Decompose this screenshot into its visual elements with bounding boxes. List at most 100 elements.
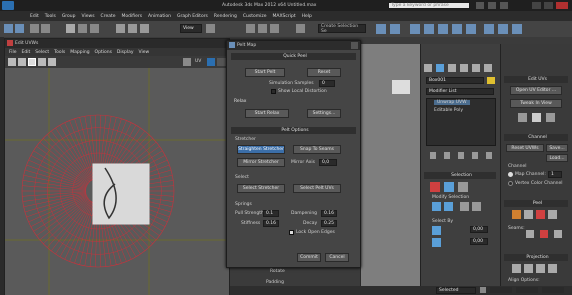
uvw-menu-mapping[interactable]: Mapping (70, 50, 89, 55)
mirror-icon[interactable] (376, 24, 386, 34)
select-by-field-2[interactable]: 0,00 (470, 238, 488, 245)
decay-field[interactable]: 0.25 (321, 220, 337, 227)
unlink-icon[interactable] (41, 24, 50, 33)
vertex-mode-icon[interactable] (430, 182, 440, 192)
help-icon[interactable] (488, 2, 496, 9)
pin-stack-icon[interactable] (430, 152, 436, 159)
channel-header[interactable]: Channel (504, 134, 568, 141)
remove-modifier-icon[interactable] (472, 152, 478, 159)
commit-button[interactable]: Commit (297, 253, 321, 262)
viewport-box-object[interactable] (392, 80, 410, 94)
select-stretcher-button[interactable]: Select Stretcher (237, 184, 285, 193)
mirror-stretcher-button[interactable]: Mirror Stretcher (237, 158, 285, 167)
object-color-swatch[interactable] (487, 77, 495, 84)
point-to-point-seams-icon[interactable] (540, 230, 548, 238)
viewport[interactable] (360, 44, 420, 286)
material-editor-icon[interactable] (466, 24, 476, 34)
select-by-name-icon[interactable] (78, 24, 87, 33)
uv-canvas[interactable] (5, 68, 229, 295)
close-icon[interactable] (556, 2, 568, 9)
save-button[interactable]: Save... (546, 144, 568, 152)
redo-icon[interactable] (15, 24, 24, 33)
spherical-map-icon[interactable] (536, 264, 545, 273)
edit-uvws-titlebar[interactable]: Edit UVWs (5, 39, 229, 48)
uvw-menu-select[interactable]: Select (35, 50, 49, 55)
menu-views[interactable]: Views (82, 14, 95, 19)
quick-peel-header[interactable]: Quick Peel (231, 53, 356, 60)
angle-snap-icon[interactable] (258, 24, 267, 33)
uv-dropdown-icon[interactable] (207, 58, 215, 66)
shrink-selection-icon[interactable] (444, 202, 453, 211)
object-name-field[interactable]: Box001 (426, 77, 484, 84)
search-icon[interactable] (476, 2, 484, 9)
edit-uvws-window[interactable]: Edit UVWs File Edit Select Tools Mapping… (4, 38, 230, 295)
graphite-icon[interactable] (424, 24, 434, 34)
status-coord-z[interactable] (542, 287, 564, 293)
render-icon[interactable] (512, 24, 522, 34)
edit-uvs-header[interactable]: Edit UVs (504, 76, 568, 83)
percent-snap-icon[interactable] (270, 24, 279, 33)
map-channel-field[interactable]: 1 (548, 171, 562, 178)
map-channel-radio[interactable] (508, 172, 513, 177)
select-icon[interactable] (66, 24, 75, 33)
modify-tab-icon[interactable] (436, 64, 444, 72)
uv-x-icon[interactable] (546, 113, 555, 122)
rotate-icon[interactable] (128, 24, 137, 33)
dampening-field[interactable]: 0.16 (321, 210, 337, 217)
snap-to-seams-button[interactable]: Snap To Seams (293, 145, 341, 154)
star-icon[interactable] (500, 2, 508, 9)
menu-edit[interactable]: Edit (30, 14, 39, 19)
status-coord-x[interactable] (490, 287, 512, 293)
link-icon[interactable] (30, 24, 39, 33)
cancel-button[interactable]: Cancel (325, 253, 349, 262)
edge-mode-icon[interactable] (444, 182, 454, 192)
undo-icon[interactable] (4, 24, 13, 33)
stiffness-field[interactable]: 0.16 (263, 220, 279, 227)
reset-button[interactable]: Reset (307, 68, 341, 77)
minimize-icon[interactable] (532, 2, 541, 9)
projection-header[interactable]: Projection (504, 254, 568, 261)
menu-rendering[interactable]: Rendering (214, 14, 237, 19)
stack-item-unwrap-uvw[interactable]: Unwrap UVW (434, 100, 470, 105)
relax-settings-button[interactable]: Settings... (307, 109, 341, 118)
uv-label[interactable]: UV (195, 59, 201, 64)
menu-modifiers[interactable]: Modifiers (122, 14, 143, 19)
uvw-menu-edit[interactable]: Edit (22, 50, 31, 55)
configure-sets-icon[interactable] (486, 152, 492, 159)
menu-animation[interactable]: Animation (148, 14, 171, 19)
menu-graph-editors[interactable]: Graph Editors (177, 14, 208, 19)
show-end-result-icon[interactable] (444, 152, 450, 159)
uvw-mirror-icon[interactable] (48, 58, 56, 66)
mirror-axis-field[interactable]: 0,0 (319, 159, 337, 166)
utilities-tab-icon[interactable] (484, 64, 492, 72)
start-pelt-button[interactable]: Start Pelt (245, 68, 285, 77)
uvw-menu-file[interactable]: File (9, 50, 17, 55)
seams-from-selection-icon[interactable] (554, 230, 562, 238)
create-tab-icon[interactable] (424, 64, 432, 72)
quick-peel-icon[interactable] (512, 210, 521, 219)
pelt-map-titlebar[interactable]: Pelt Map (227, 41, 360, 50)
menu-customize[interactable]: Customize (243, 14, 267, 19)
display-tab-icon[interactable] (472, 64, 480, 72)
select-pelt-uvs-button[interactable]: Select Pelt UVs (293, 184, 341, 193)
menu-group[interactable]: Group (62, 14, 76, 19)
edit-seams-icon[interactable] (526, 230, 534, 238)
status-coord-y[interactable] (516, 287, 538, 293)
uvw-menu-tools[interactable]: Tools (54, 50, 65, 55)
selection-rollout-header[interactable]: Selection (424, 172, 496, 179)
uvw-freeform-icon[interactable] (38, 58, 46, 66)
tweak-in-view-button[interactable]: Tweak In View (510, 99, 562, 108)
select-by-icon[interactable] (432, 226, 441, 235)
menu-tools[interactable]: Tools (45, 14, 56, 19)
uvw-menu-options[interactable]: Options (95, 50, 112, 55)
reference-coordinate-dropdown[interactable]: View (180, 24, 202, 33)
uv-snap-icon[interactable] (532, 113, 541, 122)
stack-item-editable-poly[interactable]: Editable Poly (434, 108, 463, 113)
box-map-icon[interactable] (548, 264, 557, 273)
peel-mode-icon[interactable] (536, 210, 545, 219)
snap-icon[interactable] (246, 24, 255, 33)
uvw-scale-icon[interactable] (28, 58, 36, 66)
pivot-icon[interactable] (206, 24, 215, 33)
align-icon[interactable] (390, 24, 400, 34)
layer-manager-icon[interactable] (410, 24, 420, 34)
